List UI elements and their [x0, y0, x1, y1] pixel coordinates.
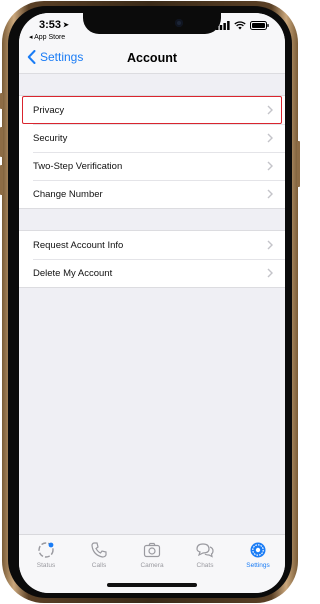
tab-bar: Status Calls Camera Chats Settings: [19, 534, 285, 593]
mute-switch: [0, 93, 3, 109]
chevron-right-icon: [267, 161, 273, 171]
camera-icon: [143, 542, 161, 558]
front-camera: [175, 19, 183, 27]
security-row[interactable]: Security: [19, 124, 285, 152]
battery-icon: [250, 21, 269, 30]
status-icon: [38, 542, 54, 558]
account-options-group: Privacy Security Two-Step Verification C…: [19, 95, 285, 209]
tab-camera[interactable]: Camera: [132, 541, 172, 569]
power-button: [297, 141, 300, 187]
tab-label: Status: [36, 562, 56, 569]
page-title: Account: [127, 51, 177, 65]
wifi-icon: [234, 21, 246, 30]
tab-label: Camera: [140, 562, 164, 569]
row-label: Two-Step Verification: [33, 160, 123, 172]
tab-label: Settings: [246, 562, 270, 569]
account-data-group: Request Account Info Delete My Account: [19, 230, 285, 288]
tab-chats[interactable]: Chats: [185, 541, 225, 569]
phone-icon: [91, 542, 107, 558]
delete-my-account-row[interactable]: Delete My Account: [19, 259, 285, 287]
row-label: Delete My Account: [33, 267, 113, 279]
phone-frame: 3:53 ➤ ◂ App Store Settings Account Priv…: [0, 1, 300, 603]
chevron-right-icon: [267, 240, 273, 250]
request-account-info-row[interactable]: Request Account Info: [19, 231, 285, 259]
two-step-verification-row[interactable]: Two-Step Verification: [19, 152, 285, 180]
back-to-app-store-link[interactable]: ◂ App Store: [29, 33, 65, 41]
chevron-right-icon: [267, 133, 273, 143]
row-label: Security: [33, 132, 68, 144]
tab-label: Calls: [91, 562, 107, 569]
chat-bubbles-icon: [196, 543, 214, 558]
volume-down-button: [0, 165, 3, 195]
chevron-right-icon: [267, 105, 273, 115]
gear-icon: [250, 542, 266, 558]
status-time: 3:53 ➤: [39, 19, 69, 31]
screen: 3:53 ➤ ◂ App Store Settings Account Priv…: [19, 13, 285, 593]
change-number-row[interactable]: Change Number: [19, 180, 285, 208]
tab-status[interactable]: Status: [26, 541, 66, 569]
home-indicator[interactable]: [107, 583, 197, 587]
volume-up-button: [0, 127, 3, 157]
row-label: Change Number: [33, 188, 103, 200]
row-label: Privacy: [33, 104, 65, 116]
tab-settings[interactable]: Settings: [238, 541, 278, 569]
status-icons: [216, 21, 269, 30]
tab-label: Chats: [196, 562, 214, 569]
chevron-right-icon: [267, 189, 273, 199]
privacy-row[interactable]: Privacy: [19, 96, 285, 124]
tab-calls[interactable]: Calls: [79, 541, 119, 569]
row-label: Request Account Info: [33, 239, 124, 251]
notch: [83, 13, 221, 34]
location-arrow-icon: ➤: [63, 22, 69, 30]
chevron-right-icon: [267, 268, 273, 278]
